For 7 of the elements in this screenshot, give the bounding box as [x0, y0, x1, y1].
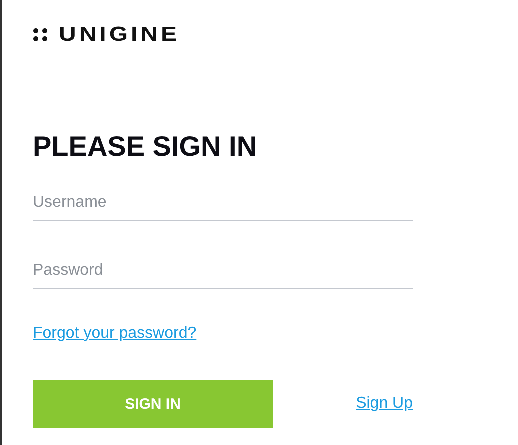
forgot-password-link[interactable]: Forgot your password? [33, 325, 197, 343]
input-field[interactable]: Password [33, 258, 413, 289]
page-heading: PLEASE SIGN IN [33, 130, 258, 164]
sign-in-button[interactable]: SIGN IN [33, 380, 273, 428]
logo-wordmark: UNIGINE [59, 24, 180, 46]
input-field[interactable]: Username [33, 190, 413, 221]
sign-up-link[interactable]: Sign Up [356, 395, 413, 413]
